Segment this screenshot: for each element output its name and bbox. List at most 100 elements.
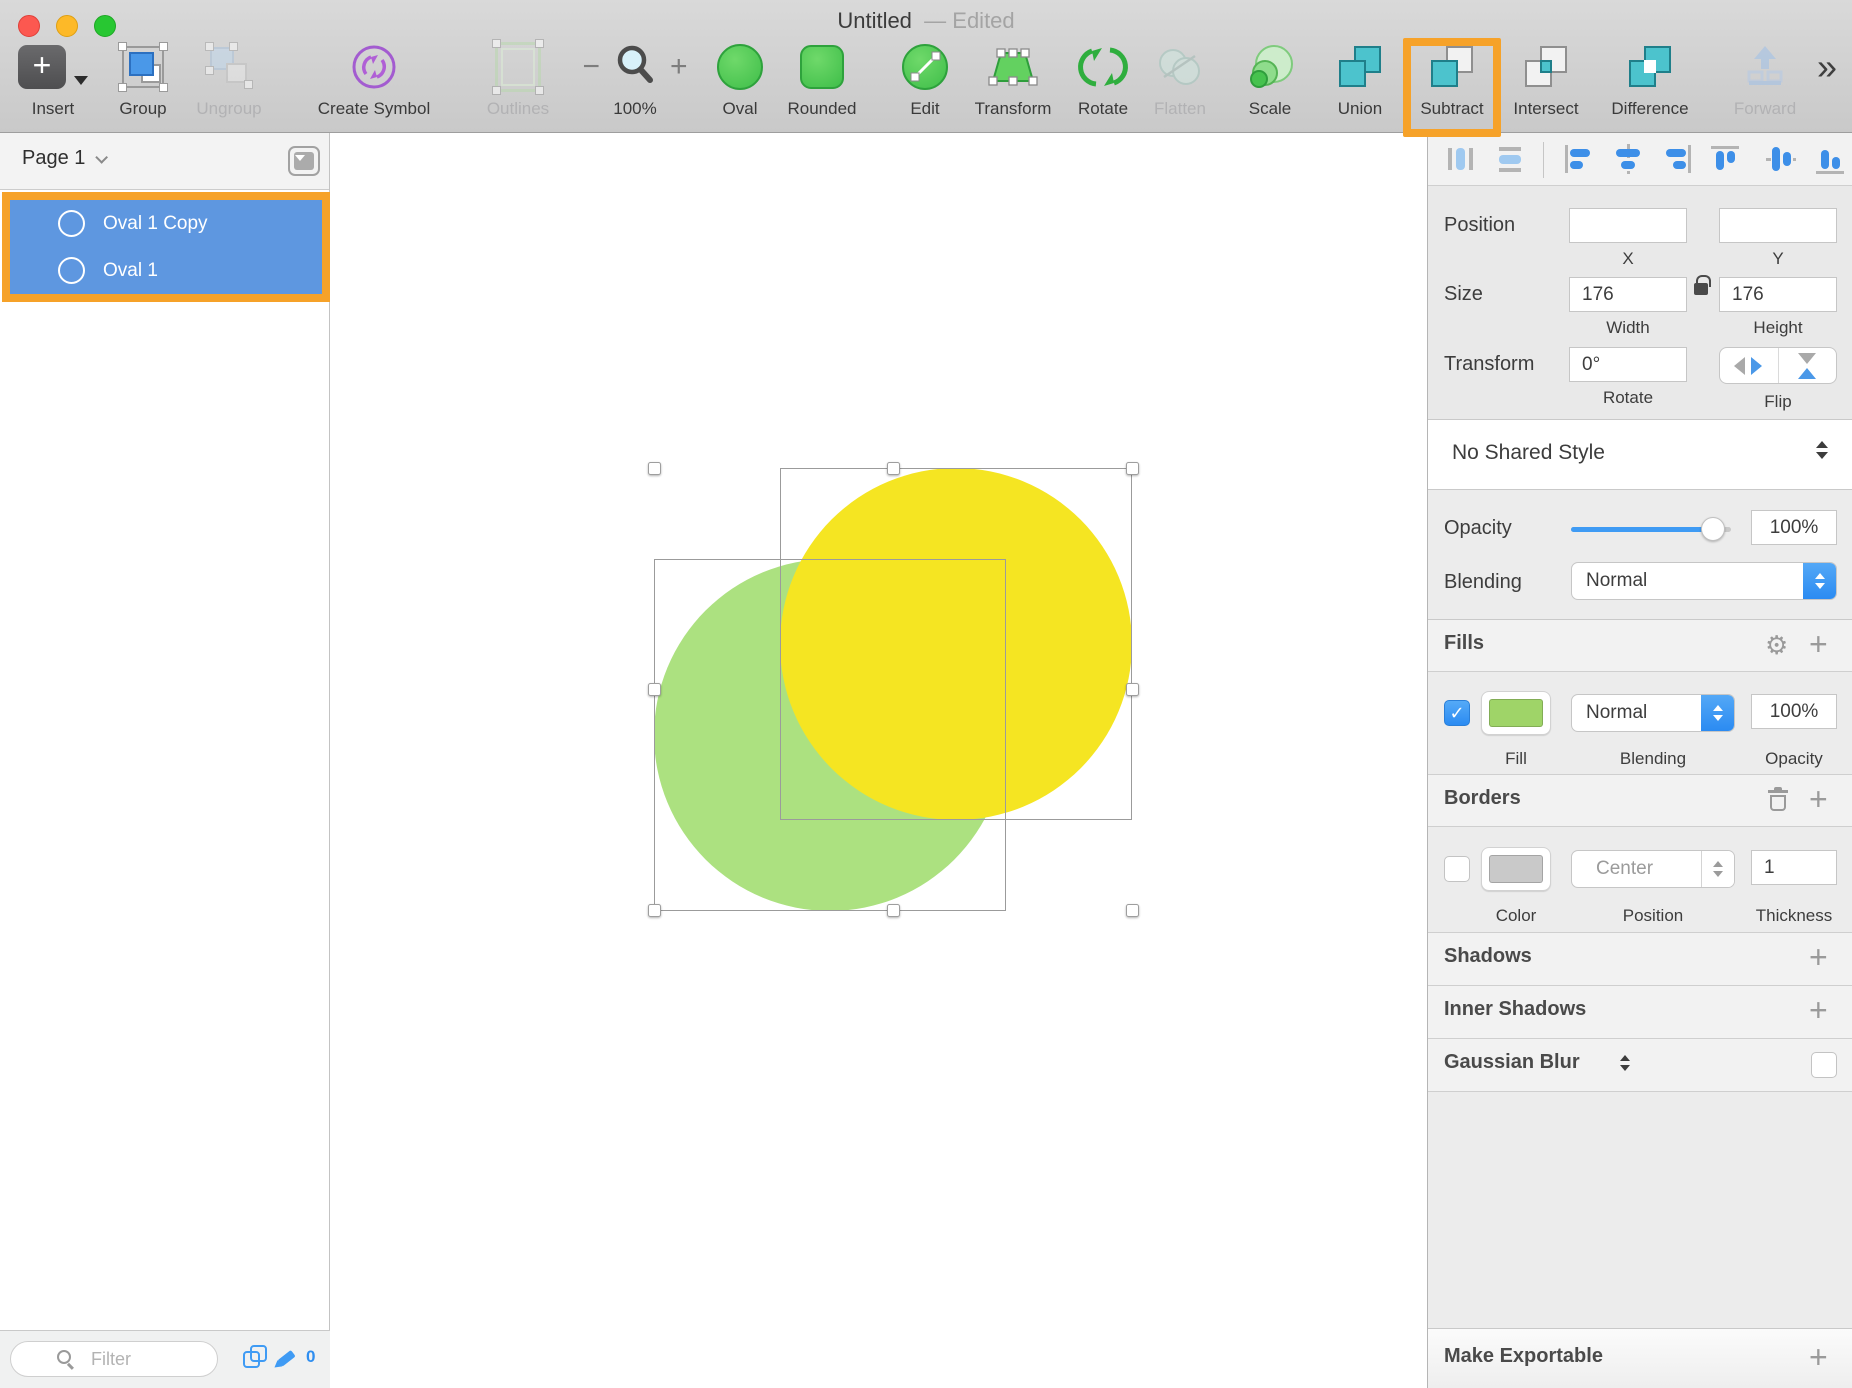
position-label: Position (1444, 214, 1516, 236)
add-border-button[interactable]: + (1809, 783, 1828, 815)
lock-icon[interactable] (1694, 275, 1711, 295)
add-fill-button[interactable]: + (1809, 628, 1828, 660)
fill-opacity-input[interactable] (1751, 694, 1837, 729)
border-color-well[interactable] (1481, 847, 1551, 891)
outlines-icon (492, 39, 544, 95)
toolbar-item-difference[interactable]: Difference (1585, 36, 1715, 119)
align-center-horizontal-icon[interactable] (1613, 144, 1643, 174)
intersect-icon (1521, 43, 1571, 91)
layer-row-oval-1[interactable]: Oval 1 (8, 247, 322, 294)
double-chevron-icon: » (1816, 46, 1838, 87)
position-y-input[interactable] (1719, 208, 1837, 243)
chevron-down-icon (95, 151, 109, 164)
align-middle-vertical-icon[interactable] (1766, 144, 1796, 174)
opacity-slider-thumb[interactable] (1701, 517, 1725, 541)
selection-handle-se[interactable] (1126, 904, 1139, 917)
blending-label: Blending (1444, 571, 1522, 593)
blending-dropdown[interactable]: Normal (1571, 562, 1837, 600)
distribute-horizontally-icon[interactable] (1445, 144, 1475, 174)
pencil-icon[interactable] (271, 1346, 305, 1371)
sidebar-footer: 0 (0, 1330, 330, 1388)
stepper-icon (1701, 851, 1734, 887)
rotate-input[interactable] (1569, 347, 1687, 382)
border-thickness-input[interactable] (1751, 850, 1837, 885)
add-export-button[interactable]: + (1809, 1341, 1828, 1373)
filter-input[interactable] (11, 1342, 217, 1376)
trash-icon[interactable] (1768, 787, 1788, 812)
shadows-header: Shadows + (1428, 933, 1852, 986)
layer-list-sidebar: Page 1 Oval 1 Copy Oval 1 0 (0, 133, 330, 1388)
align-bottom-icon[interactable] (1815, 144, 1845, 174)
fill-checkbox[interactable]: ✓ (1444, 700, 1470, 726)
make-exportable-header[interactable]: Make Exportable + (1428, 1328, 1852, 1388)
filter-field[interactable] (10, 1341, 218, 1377)
width-input[interactable] (1569, 277, 1687, 312)
selection-handle-ne[interactable] (1126, 462, 1139, 475)
fill-blending-dropdown[interactable]: Normal (1571, 694, 1735, 732)
add-shadow-button[interactable]: + (1809, 941, 1828, 973)
borders-header: Borders + (1428, 775, 1852, 827)
border-checkbox[interactable] (1444, 856, 1470, 882)
fill-color-swatch (1489, 699, 1543, 727)
flip-control[interactable] (1719, 347, 1837, 384)
triangle-down-icon (295, 155, 305, 161)
border-position-dropdown[interactable]: Center (1571, 850, 1735, 888)
ungroup-icon (203, 41, 255, 93)
width-label: Width (1606, 318, 1650, 337)
toolbar-item-ungroup: Ungroup (164, 36, 294, 119)
page-list-toggle[interactable] (288, 146, 320, 176)
canvas[interactable] (331, 133, 1427, 1388)
align-left-icon[interactable] (1563, 144, 1593, 174)
flip-horizontal-button[interactable] (1720, 348, 1778, 383)
alignment-toolbar (1428, 133, 1852, 186)
opacity-slider[interactable] (1571, 517, 1731, 541)
toolbar: Untitled — Edited + Insert Group Ungroup… (0, 0, 1852, 133)
selection-handle-s[interactable] (887, 904, 900, 917)
shared-style-stepper-icon[interactable] (1816, 441, 1828, 459)
fill-blending-label: Blending (1619, 749, 1687, 768)
stepper-icon (1701, 695, 1734, 731)
align-right-icon[interactable] (1663, 144, 1693, 174)
toolbar-item-outlines: Outlines (453, 36, 583, 119)
oval-layer-icon (58, 210, 85, 237)
flip-vertical-button[interactable] (1777, 348, 1837, 383)
border-color-label: Color (1495, 906, 1537, 925)
size-label: Size (1444, 283, 1483, 305)
toolbar-overflow-chevron[interactable]: » (1762, 46, 1852, 88)
page-title[interactable]: Page 1 (22, 147, 109, 170)
yellow-oval-bbox (780, 468, 1132, 820)
subtract-icon (1427, 43, 1477, 91)
border-thickness-label: Thickness (1755, 906, 1833, 925)
rotate-label: Rotate (1602, 388, 1654, 407)
zoom-out-icon[interactable]: − (582, 52, 600, 82)
symbols-icon[interactable] (243, 1345, 269, 1371)
position-x-input[interactable] (1569, 208, 1687, 243)
inner-shadows-header: Inner Shadows + (1428, 986, 1852, 1039)
border-row: Color Center Position Thickness (1428, 828, 1852, 933)
selection-handle-nw[interactable] (648, 462, 661, 475)
gaussian-blur-stepper-icon[interactable] (1620, 1055, 1630, 1071)
rounded-icon (800, 45, 844, 89)
selection-handle-n[interactable] (887, 462, 900, 475)
stepper-icon (1803, 563, 1836, 599)
layer-row-oval-1-copy[interactable]: Oval 1 Copy (8, 200, 322, 247)
gaussian-blur-checkbox[interactable] (1811, 1052, 1837, 1078)
selection-handle-e[interactable] (1126, 683, 1139, 696)
fill-color-well[interactable] (1481, 691, 1551, 735)
selection-handle-sw[interactable] (648, 904, 661, 917)
gear-icon[interactable]: ⚙ (1765, 631, 1788, 661)
inspector-panel: Position X Y Size Width Height Transform (1427, 133, 1852, 1388)
opacity-input[interactable] (1751, 510, 1837, 545)
pencil-badge-count: 0 (306, 1347, 316, 1366)
align-top-icon[interactable] (1710, 144, 1740, 174)
oval-layer-icon (58, 257, 85, 284)
page-header: Page 1 (0, 133, 329, 190)
toolbar-item-create-symbol[interactable]: Create Symbol (309, 36, 439, 119)
add-inner-shadow-button[interactable]: + (1809, 994, 1828, 1026)
gaussian-blur-header: Gaussian Blur (1428, 1039, 1852, 1092)
height-input[interactable] (1719, 277, 1837, 312)
shared-style-selector[interactable]: No Shared Style (1428, 420, 1852, 490)
distribute-vertically-icon[interactable] (1495, 144, 1525, 174)
magnifier-icon[interactable] (613, 42, 657, 93)
selection-handle-w[interactable] (648, 683, 661, 696)
